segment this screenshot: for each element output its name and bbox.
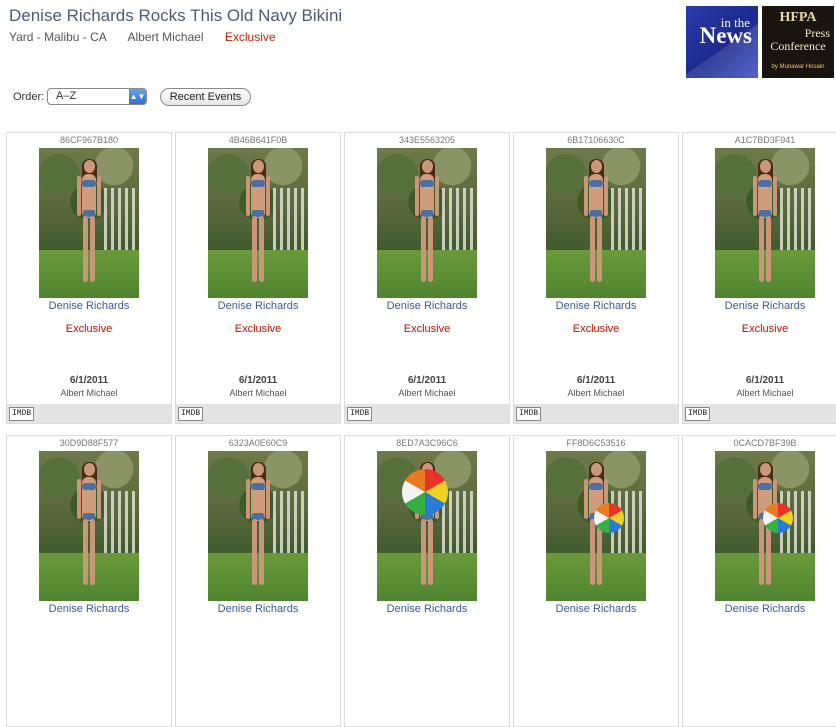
photo-code: 6B17106630C [567, 135, 625, 145]
celebrity-name-link[interactable]: Denise Richards [176, 603, 340, 615]
news-logo-line2: News [699, 23, 752, 48]
photo-card[interactable]: 30D9D88F577 Denise Richards [6, 435, 172, 727]
photo-code: FF8D6C53516 [566, 438, 626, 448]
celebrity-name-link[interactable]: Denise Richards [176, 300, 340, 312]
event-location: Yard - Malibu - CA [9, 30, 107, 44]
photo-date: 6/1/2011 [407, 375, 447, 386]
photographer-name: Albert Michael [567, 388, 625, 398]
hfpa-logo-line3: Conference [770, 39, 826, 53]
order-label: Order: [13, 91, 45, 103]
photo-thumbnail[interactable] [546, 148, 646, 298]
photo-figure [246, 462, 270, 591]
photo-thumbnail[interactable] [39, 451, 139, 601]
photo-card[interactable]: 0CACD7BF39B Denise Richards [682, 435, 836, 727]
photo-thumbnail[interactable] [546, 451, 646, 601]
card-footer: IMDB [683, 404, 836, 423]
photo-card[interactable]: 6323A0E60C9 Denise Richards [175, 435, 341, 727]
photo-grid: 86CF967B180 Denise Richards Exclusive 6/1/2… [6, 132, 836, 727]
order-select-value: A–Z [56, 90, 77, 102]
exclusive-label: Exclusive [65, 323, 113, 335]
photographer-name: Albert Michael [60, 388, 118, 398]
beach-ball [402, 469, 448, 515]
event-subline: Yard - Malibu - CA Albert Michael Exclus… [9, 30, 294, 44]
photo-date: 6/1/2011 [238, 375, 278, 386]
celebrity-name-link[interactable]: Denise Richards [7, 603, 171, 615]
photo-card[interactable]: 343E5563205 Denise Richards Exclusive 6/1/2… [344, 132, 510, 424]
select-arrows-icon: ▲▼ [129, 89, 146, 104]
photo-thumbnail[interactable] [715, 148, 815, 298]
hfpa-press-conference-logo[interactable]: HFPA Press Conference by Munawar Hosain [762, 6, 834, 78]
photo-figure [415, 159, 439, 288]
photo-code: 30D9D88F577 [59, 438, 119, 448]
photo-thumbnail[interactable] [208, 148, 308, 298]
photo-thumbnail[interactable] [39, 148, 139, 298]
celebrity-name-link[interactable]: Denise Richards [514, 300, 678, 312]
photo-card[interactable]: 4B46B641F0B Denise Richards Exclusive 6/1/2… [175, 132, 341, 424]
in-the-news-logo[interactable]: in the News [686, 6, 758, 78]
recent-events-button[interactable]: Recent Events [160, 88, 251, 106]
photo-figure [246, 159, 270, 288]
photo-figure [77, 159, 101, 288]
card-footer: IMDB [514, 404, 678, 423]
imdb-button[interactable]: IMDB [178, 407, 204, 421]
card-footer: IMDB [345, 404, 509, 423]
imdb-button[interactable]: IMDB [516, 407, 542, 421]
photo-date: 6/1/2011 [576, 375, 616, 386]
photo-code: 4B46B641F0B [228, 135, 288, 145]
photographer-name: Albert Michael [229, 388, 287, 398]
photo-date: 6/1/2011 [745, 375, 785, 386]
photo-figure [77, 462, 101, 591]
card-footer: IMDB [176, 404, 340, 423]
photo-card[interactable]: 6B17106630C Denise Richards Exclusive 6/1/2… [513, 132, 679, 424]
photo-thumbnail[interactable] [377, 451, 477, 601]
celebrity-name-link[interactable]: Denise Richards [683, 300, 836, 312]
photo-code: 343E5563205 [398, 135, 456, 145]
celebrity-name-link[interactable]: Denise Richards [7, 300, 171, 312]
event-exclusive-tag: Exclusive [224, 30, 276, 44]
celebrity-name-link[interactable]: Denise Richards [514, 603, 678, 615]
photographer-name: Albert Michael [398, 388, 456, 398]
photo-code: 0CACD7BF39B [733, 438, 797, 448]
photo-date: 6/1/2011 [69, 375, 109, 386]
photo-figure [584, 159, 608, 288]
exclusive-label: Exclusive [741, 323, 789, 335]
hfpa-logo-line1: HFPA [779, 10, 817, 25]
card-footer: IMDB [7, 404, 171, 423]
photo-code: 8ED7A3C96C6 [396, 438, 458, 448]
imdb-button[interactable]: IMDB [685, 407, 711, 421]
page-title: Denise Richards Rocks This Old Navy Biki… [9, 6, 343, 25]
beach-ball [763, 503, 793, 533]
photographer-name: Albert Michael [736, 388, 794, 398]
exclusive-label: Exclusive [572, 323, 620, 335]
exclusive-label: Exclusive [403, 323, 451, 335]
photo-figure [753, 159, 777, 288]
photo-thumbnail[interactable] [208, 451, 308, 601]
photo-code: 86CF967B180 [59, 135, 119, 145]
hfpa-logo-byline: by Munawar Hosain [771, 64, 825, 70]
photo-code: 6323A0E60C9 [228, 438, 288, 448]
event-photographer[interactable]: Albert Michael [127, 30, 203, 44]
imdb-button[interactable]: IMDB [347, 407, 373, 421]
celebrity-name-link[interactable]: Denise Richards [345, 603, 509, 615]
photo-card[interactable]: A1C7BD3F941 Denise Richards Exclusive 6/1/2… [682, 132, 836, 424]
photo-code: A1C7BD3F941 [734, 135, 796, 145]
celebrity-name-link[interactable]: Denise Richards [683, 603, 836, 615]
photo-card[interactable]: 8ED7A3C96C6 Denise Richards [344, 435, 510, 727]
order-select[interactable]: A–Z ▲▼ [47, 88, 147, 105]
imdb-button[interactable]: IMDB [9, 407, 35, 421]
photo-card[interactable]: FF8D6C53516 Denise Richards [513, 435, 679, 727]
exclusive-label: Exclusive [234, 323, 282, 335]
beach-ball [594, 503, 624, 533]
celebrity-name-link[interactable]: Denise Richards [345, 300, 509, 312]
photo-thumbnail[interactable] [377, 148, 477, 298]
photo-card[interactable]: 86CF967B180 Denise Richards Exclusive 6/1/2… [6, 132, 172, 424]
photo-thumbnail[interactable] [715, 451, 815, 601]
